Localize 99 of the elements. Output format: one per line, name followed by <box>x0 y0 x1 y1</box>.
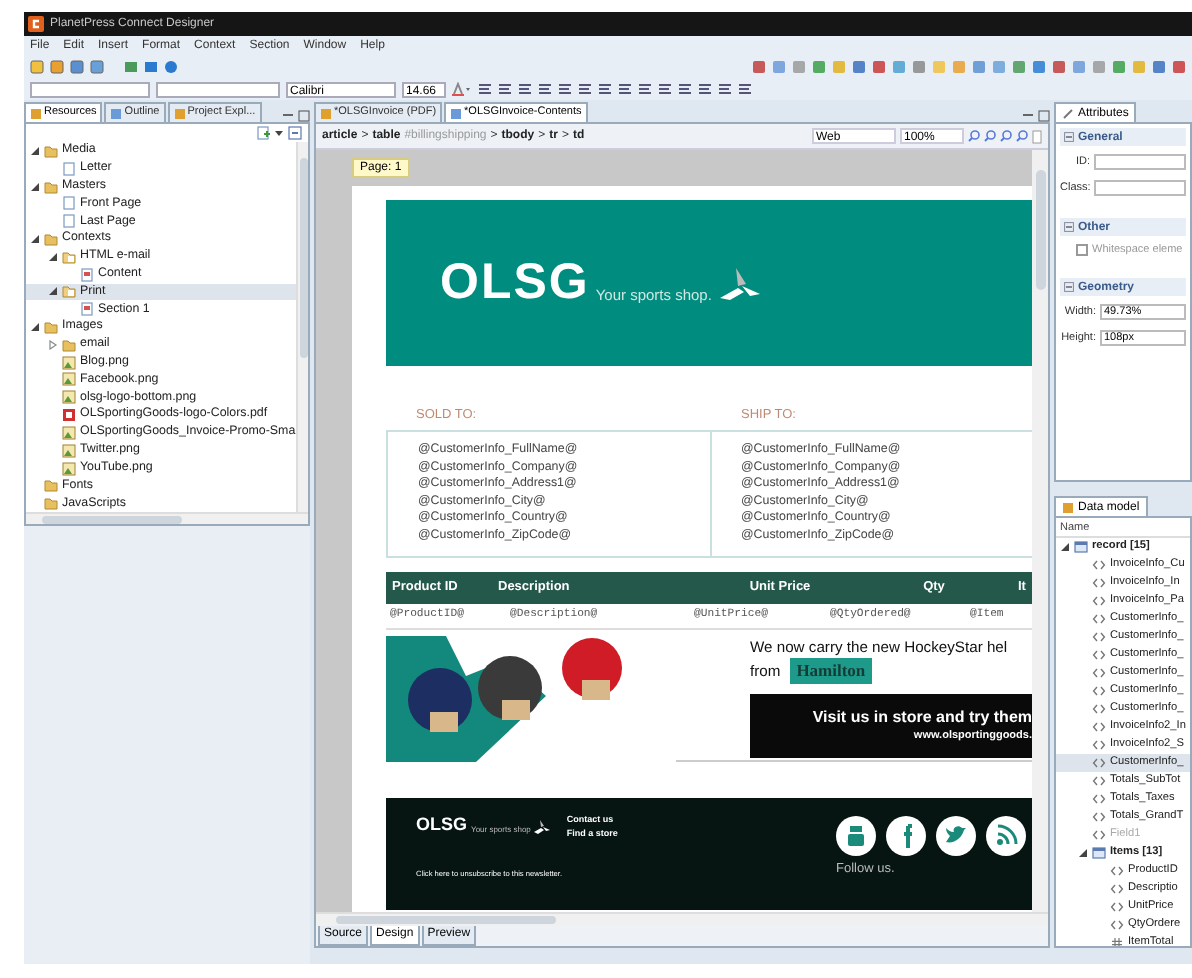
field-icon <box>1092 756 1106 770</box>
folder-icon <box>44 143 58 158</box>
collapse-all-icon[interactable] <box>288 126 302 140</box>
folder-icon <box>62 249 76 264</box>
number-field-icon <box>1110 936 1124 946</box>
field-icon <box>1110 882 1124 896</box>
style-dropdown[interactable] <box>30 81 150 97</box>
field-icon <box>1092 576 1106 590</box>
image-file-icon <box>62 390 76 405</box>
horizontal-scrollbar[interactable] <box>26 512 308 524</box>
field-icon <box>1092 612 1106 626</box>
field-icon <box>1092 684 1106 698</box>
collapse-arrow-icon[interactable] <box>1078 848 1088 858</box>
format-icon[interactable] <box>498 82 512 96</box>
collapse-arrow-icon[interactable] <box>30 322 40 333</box>
image-file-icon <box>62 461 76 476</box>
document-icon <box>80 302 94 317</box>
field-icon <box>1092 630 1106 644</box>
format-icon[interactable] <box>558 82 572 96</box>
leaf-logo-icon <box>717 265 762 301</box>
collapse-icon <box>1064 132 1074 142</box>
folder-icon <box>44 179 58 194</box>
window-controls-icon[interactable] <box>282 110 310 122</box>
brand-label: Hamilton <box>788 656 874 686</box>
field-icon <box>1092 792 1106 806</box>
vertical-scrollbar[interactable] <box>296 142 308 512</box>
folder-icon <box>44 231 58 246</box>
checkbox[interactable] <box>1076 244 1088 257</box>
table-icon <box>1092 846 1106 860</box>
collapse-arrow-icon[interactable] <box>30 181 40 192</box>
format-icon[interactable] <box>478 82 492 96</box>
banner-text: Visit us in store and try them <box>812 707 1032 728</box>
format-icon[interactable] <box>598 82 612 96</box>
format-icon[interactable] <box>538 82 552 96</box>
format-icon[interactable] <box>718 82 732 96</box>
field-icon <box>1092 738 1106 752</box>
collapse-arrow-icon[interactable] <box>48 286 58 297</box>
collapse-arrow-icon[interactable] <box>30 145 40 156</box>
pencil-icon <box>1062 107 1074 119</box>
page-icon <box>62 161 76 176</box>
collapse-icon <box>1064 222 1074 232</box>
text-color-icon[interactable] <box>452 82 472 96</box>
field-icon <box>1110 864 1124 878</box>
tab-icon <box>30 107 42 119</box>
zoom-icon[interactable] <box>984 130 996 142</box>
class-dropdown[interactable] <box>156 81 280 97</box>
collapse-arrow-icon[interactable] <box>30 233 40 244</box>
field-icon <box>1092 594 1106 608</box>
folder-icon <box>62 284 76 299</box>
field-icon <box>1092 666 1106 680</box>
field-icon <box>1110 900 1124 914</box>
format-icon[interactable] <box>618 82 632 96</box>
table-icon <box>1074 540 1088 554</box>
collapse-icon <box>1064 282 1074 293</box>
dropdown-arrow-icon[interactable] <box>274 128 284 138</box>
format-icon[interactable] <box>638 82 652 96</box>
expand-arrow-icon[interactable] <box>48 339 58 350</box>
bird-icon[interactable] <box>936 815 976 856</box>
collapse-arrow-icon[interactable] <box>48 251 58 262</box>
rss-icon[interactable] <box>986 815 1026 856</box>
format-icon[interactable] <box>518 82 532 96</box>
zoom-icon[interactable] <box>968 130 980 142</box>
horizontal-scrollbar[interactable] <box>316 912 1048 926</box>
input-field[interactable] <box>1094 180 1186 196</box>
field-icon <box>1092 810 1106 824</box>
field-icon <box>1110 918 1124 932</box>
new-file-icon[interactable] <box>256 126 270 140</box>
tab-icon <box>320 107 332 119</box>
field-icon <box>1092 720 1106 734</box>
logo-text: OLSG <box>440 258 590 308</box>
leaf-logo-icon <box>534 819 551 834</box>
field-icon <box>1092 702 1106 716</box>
footer-logo-text: OLSG <box>416 815 468 834</box>
collapse-arrow-icon[interactable] <box>1060 542 1070 552</box>
tab-icon <box>1062 501 1074 513</box>
app-icon <box>28 16 44 32</box>
tab-icon <box>450 107 463 119</box>
field-icon <box>1092 774 1106 788</box>
field-icon <box>1092 648 1106 662</box>
format-icon[interactable] <box>658 82 672 96</box>
field-icon <box>1092 558 1106 572</box>
zoom-icon[interactable] <box>1016 130 1028 142</box>
format-icon[interactable] <box>738 82 752 96</box>
field-icon <box>1092 828 1106 842</box>
zoom-icon[interactable] <box>1000 130 1012 142</box>
window-controls-icon[interactable] <box>1022 110 1050 122</box>
tab-icon <box>173 107 186 119</box>
image-file-icon <box>62 443 76 458</box>
pdf-file-icon <box>62 408 76 423</box>
format-icon[interactable] <box>678 82 692 96</box>
vertical-scrollbar[interactable] <box>1032 150 1048 912</box>
globe-icon[interactable] <box>164 60 178 74</box>
document-icon <box>80 267 94 282</box>
format-icon[interactable] <box>578 82 592 96</box>
page-icon[interactable] <box>1032 129 1042 143</box>
tab-icon <box>110 107 123 119</box>
image-file-icon <box>62 425 76 440</box>
input-field[interactable] <box>1094 154 1186 170</box>
format-icon[interactable] <box>698 82 712 96</box>
